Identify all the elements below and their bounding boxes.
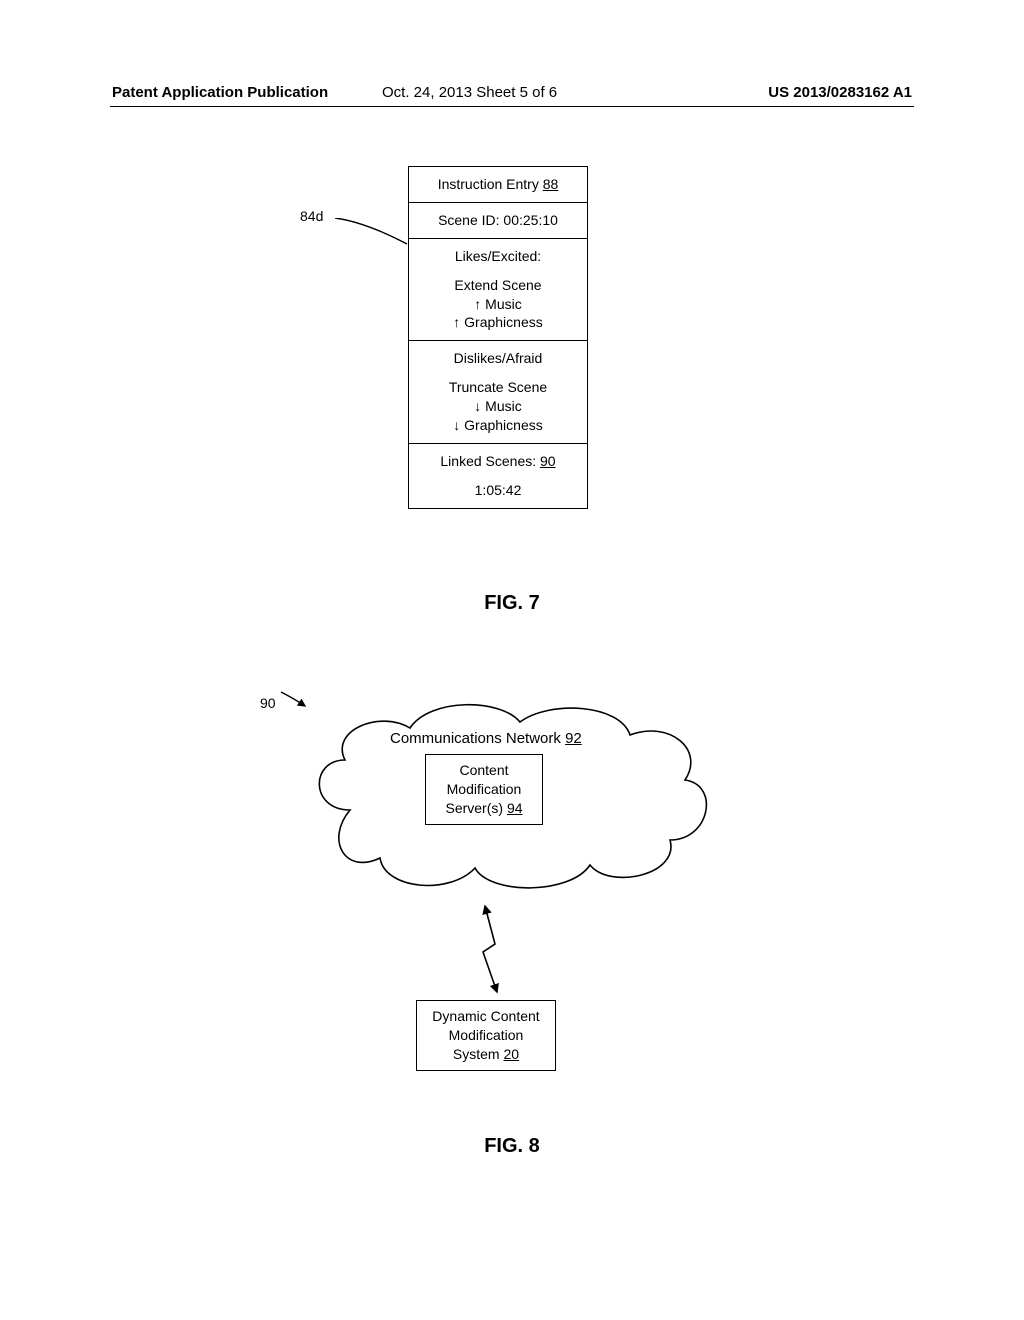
fig8-diagram: 90 Communications Network 92 Content Mod…: [260, 690, 740, 1110]
fig7-title-num: 88: [543, 176, 559, 192]
cloud-label-num: 92: [565, 730, 582, 747]
fig8-ref-text: 90: [260, 695, 276, 711]
fig7-dislikes-line1: Truncate Scene: [415, 378, 581, 397]
fig7-likes-line2: ↑ Music: [415, 295, 581, 314]
dcm-line3-num: 20: [504, 1046, 520, 1062]
fig7-linked-text: Linked Scenes:: [440, 453, 540, 469]
server-line3-text: Server(s): [445, 800, 506, 816]
server-line3-num: 94: [507, 800, 523, 816]
fig7-likes-cell: Likes/Excited: Extend Scene ↑ Music ↑ Gr…: [409, 238, 587, 341]
fig7-likes-line1: Extend Scene: [415, 276, 581, 295]
dynamic-content-modification-box: Dynamic Content Modification System 20: [416, 1000, 556, 1071]
fig7-leader-line: [335, 218, 415, 258]
cloud-label: Communications Network 92: [390, 730, 582, 747]
bidirectional-arrow-icon: [465, 900, 525, 1000]
fig7-dislikes-cell: Dislikes/Afraid Truncate Scene ↓ Music ↓…: [409, 340, 587, 443]
fig7-likes-header: Likes/Excited:: [415, 247, 581, 266]
dcm-line1: Dynamic Content: [421, 1007, 551, 1026]
header-center: Oct. 24, 2013 Sheet 5 of 6: [382, 84, 557, 101]
fig7-caption: FIG. 7: [0, 592, 1024, 615]
fig7-dislikes-line2: ↓ Music: [415, 397, 581, 416]
fig7-dislikes-header: Dislikes/Afraid: [415, 349, 581, 368]
cloud-label-text: Communications Network: [390, 730, 565, 747]
fig7-linked-num: 90: [540, 453, 556, 469]
fig7-title-text: Instruction Entry: [438, 176, 543, 192]
fig7-linked-cell: Linked Scenes: 90 1:05:42: [409, 443, 587, 508]
server-line1: Content: [430, 761, 538, 780]
fig8-caption: FIG. 8: [0, 1135, 1024, 1158]
fig7-scene-id-cell: Scene ID: 00:25:10: [409, 202, 587, 238]
fig7-dislikes-line3: ↓ Graphicness: [415, 416, 581, 435]
dcm-line3-text: System: [453, 1046, 504, 1062]
header-right: US 2013/0283162 A1: [768, 84, 912, 101]
header-rule: [110, 106, 914, 107]
fig7-ref-label: 84d: [300, 208, 323, 224]
dcm-line2: Modification: [421, 1026, 551, 1045]
fig7-likes-line3: ↑ Graphicness: [415, 313, 581, 332]
server-line2: Modification: [430, 780, 538, 799]
fig7-instruction-table: Instruction Entry 88 Scene ID: 00:25:10 …: [408, 166, 588, 509]
header-left: Patent Application Publication: [112, 84, 328, 101]
content-modification-server-box: Content Modification Server(s) 94: [425, 754, 543, 825]
fig7-title-cell: Instruction Entry 88: [409, 167, 587, 202]
fig7-linked-time: 1:05:42: [415, 481, 581, 500]
page-header: Patent Application Publication Oct. 24, …: [112, 84, 912, 101]
